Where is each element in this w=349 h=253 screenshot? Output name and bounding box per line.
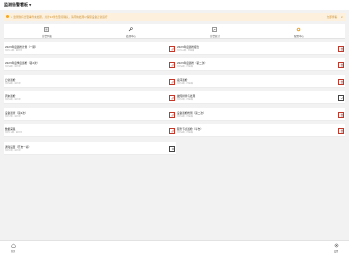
wrench-icon [128,27,133,32]
card-item[interactable]: 日常巡检 共计4项 · 进行中 [4,75,176,88]
edit-icon [171,129,174,133]
nav-home[interactable]: 首页 [7,243,19,253]
card-subtitle: 共计1项 · 进行中 [5,149,21,152]
delete-button[interactable] [338,61,344,68]
settings-icon [334,243,338,248]
nav-label: 设置 [333,250,339,253]
home-icon [11,243,15,248]
edit-button[interactable] [169,61,175,68]
tab-bar: 告警列表 处理中心 告警统计 配置中心 [4,24,345,39]
nav-label: 首页 [10,250,16,253]
card-item[interactable]: 服务节点巡检（平台） 共计4项 · 已完成 [176,124,345,137]
trash-icon [340,129,343,133]
edit-icon [171,113,174,117]
notice-link[interactable]: 立即查看 [327,15,337,19]
tab-alarm-stats[interactable]: 告警统计 [195,26,235,38]
edit-icon [171,80,174,84]
checkmark-icon [340,96,343,100]
card-item[interactable]: 夜间巡检 共计3项 · 已完成 [176,75,345,88]
card-subtitle: 共计5项 · 进行中 [5,98,21,101]
delete-button[interactable] [338,78,344,85]
trash-icon [340,47,343,51]
trash-icon [340,80,343,84]
card-item[interactable]: 2023年度巡检报告 共计10项 · 已完成 [176,42,345,55]
edit-button[interactable] [169,78,175,85]
edit-icon [171,47,174,51]
card-item[interactable]: 设备巡查（第2次） 共计7项 · 进行中 [4,108,176,121]
notice-text: • 监测到有告警事件未处理，共计12条告警待确认，请尽快处理以保障设备正常运行 [11,16,108,20]
chevron-down-icon: ▼ [29,3,32,7]
page-title: 监测告警看板 [4,2,28,7]
card-item[interactable]: 数据采集 共计11项 · 进行中 [4,124,176,137]
delete-button[interactable] [338,111,344,118]
card-subtitle: 共计4项 · 已完成 [177,131,193,134]
top-bar: 监测告警看板▼ [0,0,349,10]
add-button[interactable] [169,145,175,152]
tab-process-center[interactable]: 处理中心 [111,26,151,38]
list-icon [44,27,49,32]
info-icon [6,15,9,19]
card-item[interactable]: 周末巡检 共计5项 · 进行中 [4,91,176,104]
card-item[interactable]: 设备巡检检测（第二次） 共计9项 · 已完成 [176,108,345,121]
edit-button[interactable] [169,94,175,101]
check-button[interactable] [338,94,344,101]
card-item[interactable]: 2023年度巡检计划（一期） 共计12项 · 进行中 [4,42,176,55]
card-item[interactable]: 2023年度巡检（第二次） 共计6项 · 已完成 [176,58,345,71]
gear-icon [296,27,301,32]
notice-banner: • 监测到有告警事件未处理，共计12条告警待确认，请尽快处理以保障设备正常运行 … [4,13,345,21]
card-item[interactable]: 故障排查与处理 共计2项 · 已完成 [176,91,345,104]
edit-icon [171,63,174,67]
card-subtitle: 共计12项 · 进行中 [5,49,23,52]
page-title-dropdown[interactable]: 监测告警看板▼ [4,2,31,8]
chart-icon [212,27,217,32]
card-subtitle: 共计11项 · 进行中 [5,131,23,134]
tab-label: 配置中心 [293,35,304,38]
edit-button[interactable] [169,111,175,118]
card-item[interactable]: 通知设置（开启一项） 共计1项 · 进行中 [4,142,176,155]
tab-config-center[interactable]: 配置中心 [279,26,319,38]
delete-button[interactable] [338,45,344,52]
app-root: 监测告警看板▼ • 监测到有告警事件未处理，共计12条告警待确认，请尽快处理以保… [0,0,349,253]
close-icon[interactable]: × [340,15,343,19]
card-subtitle: 共计7项 · 进行中 [5,115,21,118]
card-subtitle: 共计2项 · 已完成 [177,98,193,101]
card-subtitle: 共计8项 · 进行中 [5,65,21,68]
plus-icon [171,147,174,151]
tab-alarm-list[interactable]: 告警列表 [27,26,67,38]
delete-button[interactable] [338,127,344,134]
tab-label: 告警列表 [41,35,52,38]
nav-settings[interactable]: 设置 [330,243,342,253]
card-subtitle: 共计3项 · 已完成 [177,82,193,85]
tab-label: 处理中心 [125,35,136,38]
edit-button[interactable] [169,45,175,52]
edit-button[interactable] [169,127,175,134]
trash-icon [340,63,343,67]
card-item[interactable]: 2023年度季度巡检（第2次） 共计8项 · 进行中 [4,58,176,71]
tab-label: 告警统计 [209,35,220,38]
edit-icon [171,96,174,100]
card-subtitle: 共计4项 · 进行中 [5,82,21,85]
card-subtitle: 共计10项 · 已完成 [177,49,195,52]
card-subtitle: 共计9项 · 已完成 [177,115,193,118]
trash-icon [340,113,343,117]
card-subtitle: 共计6项 · 已完成 [177,65,193,68]
bottom-nav: 首页 设置 [0,240,349,253]
